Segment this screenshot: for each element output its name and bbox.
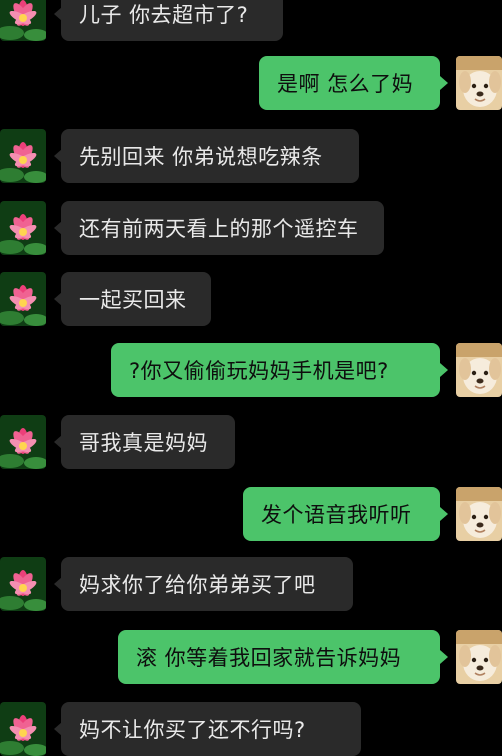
lotus-flower-icon	[0, 702, 46, 756]
lotus-flower-icon	[0, 415, 46, 469]
bubble-tail	[440, 363, 448, 377]
message-row-outgoing: 滚 你等着我回家就告诉妈妈	[0, 630, 502, 684]
puppy-avatar[interactable]	[456, 630, 502, 684]
lotus-avatar[interactable]	[0, 201, 46, 255]
message-row-incoming: 儿子 你去超市了?	[0, 0, 502, 41]
message-bubble-incoming[interactable]: 妈不让你买了还不行吗?	[61, 702, 361, 756]
message-row-incoming: 一起买回来	[0, 272, 502, 326]
message-bubble-incoming[interactable]: 哥我真是妈妈	[61, 415, 235, 469]
message-row-incoming: 还有前两天看上的那个遥控车	[0, 201, 502, 255]
message-bubble-incoming[interactable]: 妈求你了给你弟弟买了吧	[61, 557, 353, 611]
puppy-photo-icon	[456, 630, 502, 684]
message-bubble-incoming[interactable]: 儿子 你去超市了?	[61, 0, 283, 41]
lotus-avatar[interactable]	[0, 129, 46, 183]
lotus-flower-icon	[0, 129, 46, 183]
lotus-flower-icon	[0, 557, 46, 611]
lotus-avatar[interactable]	[0, 557, 46, 611]
message-row-incoming: 妈求你了给你弟弟买了吧	[0, 557, 502, 611]
lotus-flower-icon	[0, 272, 46, 326]
bubble-tail	[440, 650, 448, 664]
message-row-incoming: 先别回来 你弟说想吃辣条	[0, 129, 502, 183]
message-bubble-outgoing[interactable]: ?你又偷偷玩妈妈手机是吧?	[111, 343, 440, 397]
lotus-flower-icon	[0, 0, 46, 41]
puppy-photo-icon	[456, 487, 502, 541]
bubble-tail	[440, 76, 448, 90]
message-bubble-incoming[interactable]: 一起买回来	[61, 272, 211, 326]
message-bubble-outgoing[interactable]: 滚 你等着我回家就告诉妈妈	[118, 630, 440, 684]
message-row-outgoing: 发个语音我听听	[0, 487, 502, 541]
puppy-photo-icon	[456, 343, 502, 397]
message-row-outgoing: 是啊 怎么了妈	[0, 56, 502, 110]
message-bubble-incoming[interactable]: 先别回来 你弟说想吃辣条	[61, 129, 359, 183]
message-row-incoming: 哥我真是妈妈	[0, 415, 502, 469]
lotus-avatar[interactable]	[0, 702, 46, 756]
lotus-avatar[interactable]	[0, 272, 46, 326]
puppy-avatar[interactable]	[456, 56, 502, 110]
bubble-tail	[440, 507, 448, 521]
puppy-avatar[interactable]	[456, 487, 502, 541]
puppy-avatar[interactable]	[456, 343, 502, 397]
lotus-flower-icon	[0, 201, 46, 255]
chat-message-list[interactable]: 儿子 你去超市了? 是啊 怎么了妈 先别回来 你弟说想吃辣条 还有前两天看上的那…	[0, 0, 502, 756]
message-row-outgoing: ?你又偷偷玩妈妈手机是吧?	[0, 343, 502, 397]
lotus-avatar[interactable]	[0, 0, 46, 41]
message-row-incoming: 妈不让你买了还不行吗?	[0, 702, 502, 756]
message-bubble-outgoing[interactable]: 是啊 怎么了妈	[259, 56, 440, 110]
lotus-avatar[interactable]	[0, 415, 46, 469]
message-bubble-incoming[interactable]: 还有前两天看上的那个遥控车	[61, 201, 384, 255]
message-bubble-outgoing[interactable]: 发个语音我听听	[243, 487, 440, 541]
puppy-photo-icon	[456, 56, 502, 110]
